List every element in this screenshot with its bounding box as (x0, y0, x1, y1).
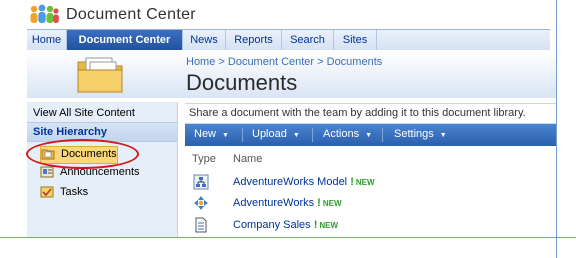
toolbar-divider (242, 128, 243, 142)
settings-menu-label: Settings (394, 128, 434, 140)
settings-menu-button[interactable]: Settings ▼ (394, 128, 447, 140)
tab-home[interactable]: Home (27, 30, 67, 50)
list-item: Company Sales ! NEW (193, 217, 553, 233)
toolbar-divider (312, 128, 313, 142)
list-item-name[interactable]: AdventureWorks ! NEW (233, 197, 342, 209)
dropdown-arrow-icon: ▼ (365, 132, 373, 139)
list-item-name-text[interactable]: Company Sales (233, 219, 311, 231)
page-title: Documents (186, 70, 298, 95)
announcements-icon (40, 166, 54, 178)
list-item-name[interactable]: Company Sales ! NEW (233, 219, 338, 231)
upload-menu-button[interactable]: Upload ▼ (252, 128, 300, 140)
folder-icon (77, 57, 123, 93)
actions-menu-button[interactable]: Actions ▼ (323, 128, 372, 140)
breadcrumb[interactable]: Home > Document Center > Documents (186, 56, 382, 68)
list-item: AdventureWorks Model ! NEW (193, 174, 553, 190)
actions-menu-label: Actions (323, 128, 360, 140)
dropdown-arrow-icon: ▼ (222, 132, 229, 139)
upload-menu-label: Upload (252, 128, 287, 140)
nav-item-tasks[interactable]: Tasks (40, 185, 100, 201)
report-model-icon (193, 174, 209, 190)
list-toolbar: New ▼ Upload ▼ Actions ▼ Settings ▼ (185, 124, 556, 146)
library-description: Share a document with the team by adding… (185, 103, 556, 124)
site-title: Document Center (66, 6, 196, 23)
divider-line (0, 237, 576, 238)
report-icon (195, 217, 207, 233)
new-indicator-icon: ! (350, 176, 354, 188)
toolbar-divider (382, 128, 383, 142)
list-item-name-text[interactable]: AdventureWorks (233, 197, 314, 209)
list-item-name-text[interactable]: AdventureWorks Model (233, 176, 347, 188)
tab-news[interactable]: News (183, 30, 226, 50)
annotation-ellipse (26, 139, 139, 169)
new-indicator-icon: ! (317, 197, 321, 209)
list-item-name[interactable]: AdventureWorks Model ! NEW (233, 176, 375, 188)
data-source-icon (194, 196, 208, 210)
new-menu-button[interactable]: New ▼ (194, 128, 229, 140)
tab-document-center[interactable]: Document Center (67, 30, 183, 50)
tab-sites[interactable]: Sites (334, 30, 377, 50)
library-description-text: Share a document with the team by adding… (189, 107, 526, 119)
new-badge: NEW (319, 221, 339, 230)
dropdown-arrow-icon: ▼ (292, 132, 300, 139)
view-all-site-content-link[interactable]: View All Site Content (33, 107, 135, 119)
column-header-name[interactable]: Name (233, 153, 262, 165)
site-hierarchy-label[interactable]: Site Hierarchy (33, 126, 107, 138)
tab-reports[interactable]: Reports (226, 30, 282, 50)
tab-search[interactable]: Search (282, 30, 334, 50)
new-badge: NEW (355, 178, 375, 187)
divider-line (556, 0, 557, 258)
new-badge: NEW (322, 199, 342, 208)
column-header-type[interactable]: Type (192, 153, 216, 165)
list-item: AdventureWorks ! NEW (193, 195, 553, 211)
dropdown-arrow-icon: ▼ (439, 132, 447, 139)
new-indicator-icon: ! (313, 219, 318, 231)
tasks-icon (40, 186, 54, 198)
top-nav-bar: Home Document Center News Reports Search… (27, 29, 550, 51)
nav-item-label: Tasks (60, 186, 89, 198)
site-logo-icon (30, 4, 59, 23)
new-menu-label: New (194, 128, 217, 140)
